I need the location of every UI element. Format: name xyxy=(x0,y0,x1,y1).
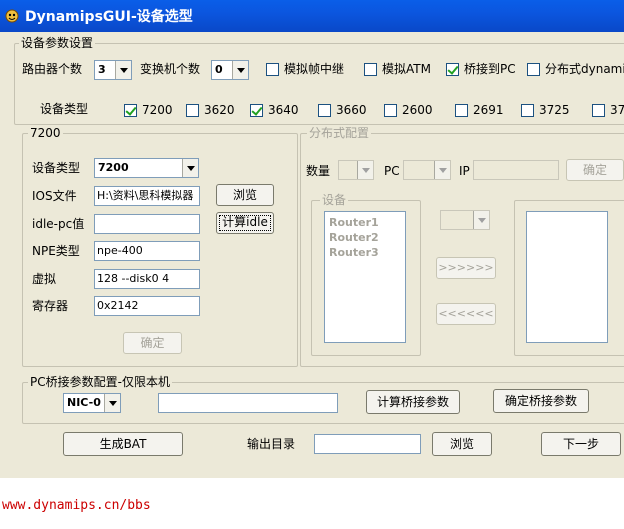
output-browse-button[interactable]: 浏览 xyxy=(432,432,492,456)
type-label-3725: 3725 xyxy=(539,103,570,117)
gen-bat-button[interactable]: 生成BAT xyxy=(63,432,183,456)
chevron-down-icon[interactable] xyxy=(182,159,198,177)
list-item[interactable]: Router2 xyxy=(329,231,379,244)
g7200-legend: 7200 xyxy=(28,126,63,140)
footer-url: www.dynamips.cn/bbs xyxy=(2,498,151,513)
switch-count-select[interactable]: 0 xyxy=(211,60,249,80)
title-bar[interactable]: DynamipsGUI-设备选型 xyxy=(0,0,624,32)
dist-ip-label: IP xyxy=(459,164,470,178)
dist-pc-select[interactable] xyxy=(403,160,451,180)
bridge-pc-checkbox[interactable] xyxy=(446,63,459,76)
output-dir-input[interactable] xyxy=(314,434,421,454)
type-label-3660: 3660 xyxy=(336,103,367,117)
router-count-value: 3 xyxy=(98,63,106,76)
dist-ip-input[interactable] xyxy=(473,160,559,180)
main-window: DynamipsGUI-设备选型 设备参数设置 路由器个数 3 变换机个数 0 … xyxy=(0,0,624,478)
idle-pc-label: idle-pc值 xyxy=(32,217,85,231)
ios-file-label: IOS文件 xyxy=(32,189,77,203)
bridge-pc-label: 桥接到PC xyxy=(464,62,516,76)
type-label-2691: 2691 xyxy=(473,103,504,117)
router-count-select[interactable]: 3 xyxy=(94,60,132,80)
move-right-button[interactable]: >>>>>> xyxy=(436,257,496,279)
list-item[interactable]: Router1 xyxy=(329,216,379,229)
calc-idle-button[interactable]: 计算idle xyxy=(216,212,274,234)
virtual-input[interactable]: 128 --disk0 4 xyxy=(94,269,200,289)
type-label-7200: 7200 xyxy=(142,103,173,117)
idle-pc-input[interactable] xyxy=(94,214,200,234)
device-params-legend: 设备参数设置 xyxy=(19,36,96,50)
chevron-down-icon[interactable] xyxy=(104,394,120,412)
type-label-2600: 2600 xyxy=(402,103,433,117)
chevron-down-icon[interactable] xyxy=(232,61,248,79)
switch-count-label: 变换机个数 xyxy=(140,62,201,76)
nic-value: NIC-0 xyxy=(67,396,101,409)
chevron-down-icon[interactable] xyxy=(473,211,489,229)
virtual-label: 虚拟 xyxy=(32,272,57,286)
target-list[interactable] xyxy=(526,211,608,343)
chevron-down-icon[interactable] xyxy=(115,61,131,79)
type-checkbox-3620[interactable] xyxy=(186,104,199,117)
output-dir-label: 输出目录 xyxy=(247,437,296,451)
next-button[interactable]: 下一步 xyxy=(541,432,621,456)
chevron-down-icon[interactable] xyxy=(357,161,373,179)
switch-count-value: 0 xyxy=(215,63,223,76)
type-label-3640: 3640 xyxy=(268,103,299,117)
frame-relay-label: 模拟帧中继 xyxy=(284,62,345,76)
type-checkbox-3725[interactable] xyxy=(521,104,534,117)
app-icon xyxy=(5,9,19,23)
dist-target-select[interactable] xyxy=(440,210,490,230)
distributed-checkbox[interactable] xyxy=(527,63,540,76)
g7200-device-type-label: 设备类型 xyxy=(32,161,81,175)
atm-checkbox[interactable] xyxy=(364,63,377,76)
npe-type-input[interactable]: npe-400 xyxy=(94,241,200,261)
type-checkbox-3660[interactable] xyxy=(318,104,331,117)
register-input[interactable]: 0x2142 xyxy=(94,296,200,316)
type-label-37xx: 37 xyxy=(610,103,624,117)
dist-count-select[interactable] xyxy=(338,160,374,180)
ios-browse-button[interactable]: 浏览 xyxy=(216,184,274,206)
chevron-down-icon[interactable] xyxy=(434,161,450,179)
device-type-label: 设备类型 xyxy=(40,102,89,116)
atm-label: 模拟ATM xyxy=(382,62,431,76)
npe-type-label: NPE类型 xyxy=(32,244,80,258)
g7200-ok-button[interactable]: 确定 xyxy=(123,332,182,354)
bridge-legend: PC桥接参数配置-仅限本机 xyxy=(28,375,172,389)
type-checkbox-2691[interactable] xyxy=(455,104,468,117)
dist-legend: 分布式配置 xyxy=(307,126,372,140)
type-label-3620: 3620 xyxy=(204,103,235,117)
type-checkbox-37xx[interactable] xyxy=(592,104,605,117)
calc-bridge-button[interactable]: 计算桥接参数 xyxy=(366,390,460,414)
window-title: DynamipsGUI-设备选型 xyxy=(25,9,193,25)
type-checkbox-2600[interactable] xyxy=(384,104,397,117)
list-item[interactable]: Router3 xyxy=(329,246,379,259)
type-checkbox-7200[interactable] xyxy=(124,104,137,117)
nic-select[interactable]: NIC-0 xyxy=(63,393,121,413)
dist-count-label: 数量 xyxy=(306,164,331,178)
g7200-device-type-select[interactable]: 7200 xyxy=(94,158,199,178)
distributed-label: 分布式dynamip xyxy=(545,62,624,76)
dist-pc-label: PC xyxy=(384,164,400,178)
devices-list[interactable]: Router1 Router2 Router3 xyxy=(324,211,406,343)
ios-file-input[interactable]: H:\资料\思科模拟器 xyxy=(94,186,200,206)
register-label: 寄存器 xyxy=(32,299,69,313)
router-count-label: 路由器个数 xyxy=(22,62,83,76)
devices-legend: 设备 xyxy=(320,193,349,207)
frame-relay-checkbox[interactable] xyxy=(266,63,279,76)
confirm-bridge-button[interactable]: 确定桥接参数 xyxy=(493,389,589,413)
type-checkbox-3640[interactable] xyxy=(250,104,263,117)
move-left-button[interactable]: <<<<<< xyxy=(436,303,496,325)
g7200-device-type-value: 7200 xyxy=(98,161,129,174)
dist-ok-button[interactable]: 确定 xyxy=(566,159,624,181)
bridge-param-input[interactable] xyxy=(158,393,338,413)
